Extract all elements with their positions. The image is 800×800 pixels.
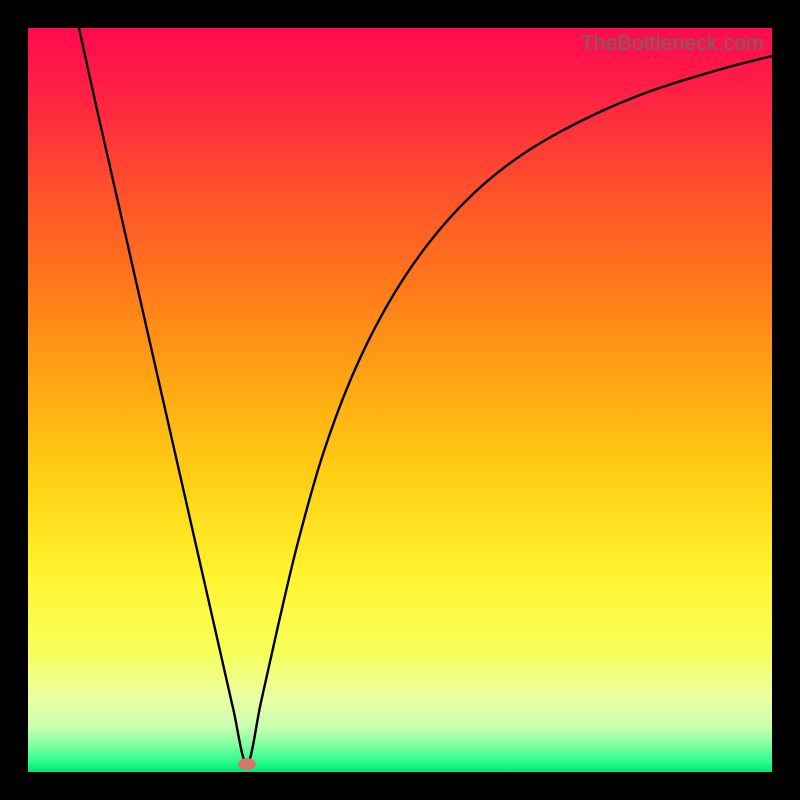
chart-frame: TheBottleneck.com	[28, 28, 772, 772]
optimal-point-marker	[238, 758, 256, 770]
bottleneck-chart	[28, 28, 772, 772]
watermark-text: TheBottleneck.com	[581, 32, 764, 56]
gradient-background	[28, 28, 772, 772]
